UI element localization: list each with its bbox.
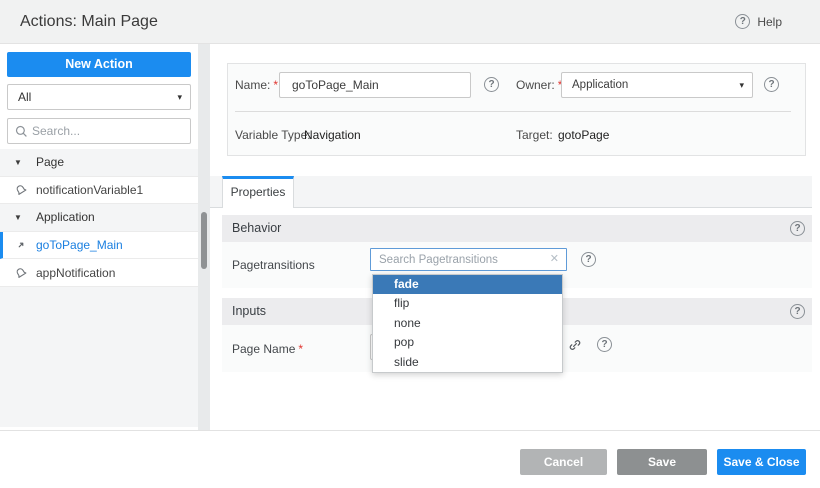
tree-item-label: notificationVariable1: [36, 183, 143, 197]
collapse-arrow-icon: ▼: [14, 158, 24, 167]
tree-group-label: Page: [36, 155, 64, 169]
page-title: Actions: Main Page: [20, 0, 158, 44]
window-header: Actions: Main Page ? Help: [0, 0, 820, 44]
pagetransitions-help-icon[interactable]: ?: [581, 252, 596, 267]
target-value: gotoPage: [558, 126, 609, 144]
notification-variable-icon: [14, 183, 28, 197]
sidebar-empty-area: [0, 287, 198, 427]
actions-editor-window: Actions: Main Page ? Help New Action All…: [0, 0, 820, 488]
tree-group-application[interactable]: ▼ Application: [0, 204, 198, 232]
dropdown-option-fade[interactable]: fade: [373, 275, 562, 294]
owner-select-value: Application: [572, 79, 628, 91]
sidebar-scrollbar-thumb[interactable]: [201, 212, 207, 269]
navigation-action-icon: [14, 238, 28, 252]
behavior-section-header: Behavior ?: [222, 215, 812, 242]
pagetransitions-combobox: ✕: [370, 248, 567, 271]
dropdown-option-flip[interactable]: flip: [373, 294, 562, 313]
filter-dropdown[interactable]: All ▾: [7, 84, 191, 110]
sidebar-search: [7, 118, 191, 144]
search-icon: [15, 125, 28, 138]
link-icon[interactable]: [568, 338, 582, 352]
pagetransitions-dropdown: fade flip none pop slide: [372, 274, 563, 373]
tree-item-label: appNotification: [36, 266, 115, 280]
tree-group-page[interactable]: ▼ Page: [0, 149, 198, 177]
search-input[interactable]: [32, 120, 184, 142]
dropdown-option-none[interactable]: none: [373, 314, 562, 333]
help-circle-icon: ?: [735, 14, 750, 29]
page-name-help-icon[interactable]: ?: [597, 337, 612, 352]
chevron-down-icon: ▾: [739, 73, 744, 97]
page-name-label: Page Name*: [232, 325, 303, 372]
save-button[interactable]: Save: [617, 449, 707, 475]
collapse-arrow-icon: ▼: [14, 213, 24, 222]
tree-group-label: Application: [36, 210, 95, 224]
required-marker: *: [273, 78, 278, 92]
behavior-help-icon[interactable]: ?: [790, 221, 805, 236]
variable-type-label: Variable Type:: [235, 126, 311, 144]
name-help-icon[interactable]: ?: [484, 77, 499, 92]
tree-item-label: goToPage_Main: [36, 238, 123, 252]
footer-bar: Cancel Save Save & Close: [0, 430, 820, 488]
save-and-close-button[interactable]: Save & Close: [717, 449, 806, 475]
owner-help-icon[interactable]: ?: [764, 77, 779, 92]
owner-select[interactable]: Application ▾: [561, 72, 753, 98]
pagetransitions-label: Pagetransitions: [232, 242, 315, 288]
action-summary-box: Name:* ? Owner:* Application ▾ ? Variabl…: [227, 63, 806, 156]
notification-variable-icon: [14, 266, 28, 280]
help-button[interactable]: ? Help: [735, 14, 782, 29]
tree-item-appNotification[interactable]: appNotification: [0, 259, 198, 287]
tab-bar: Properties: [210, 176, 812, 208]
variables-tree: ▼ Page notificationVariable1 ▼ Applicati…: [0, 149, 198, 427]
dropdown-option-slide[interactable]: slide: [373, 353, 562, 372]
actions-sidebar: New Action All ▾ ▼ Page: [0, 44, 198, 430]
tree-item-notificationVariable1[interactable]: notificationVariable1: [0, 177, 198, 205]
target-label: Target:: [516, 126, 553, 144]
clear-icon[interactable]: ✕: [550, 249, 559, 270]
required-marker: *: [298, 342, 303, 356]
owner-label: Owner:*: [516, 72, 562, 98]
new-action-button[interactable]: New Action: [7, 52, 191, 77]
name-label: Name:*: [235, 72, 278, 98]
pagetransitions-search-input[interactable]: [379, 250, 539, 269]
chevron-down-icon: ▾: [177, 85, 182, 109]
sidebar-scrollbar-track: [198, 44, 210, 430]
dropdown-option-pop[interactable]: pop: [373, 333, 562, 352]
tab-properties[interactable]: Properties: [222, 176, 294, 208]
name-field[interactable]: [279, 72, 471, 98]
form-divider: [235, 111, 791, 112]
inputs-help-icon[interactable]: ?: [790, 304, 805, 319]
tree-item-goToPage-Main[interactable]: goToPage_Main: [0, 232, 198, 260]
help-label: Help: [757, 15, 782, 29]
behavior-section-title: Behavior: [222, 215, 812, 242]
cancel-button[interactable]: Cancel: [520, 449, 607, 475]
filter-dropdown-value: All: [18, 90, 31, 104]
variable-type-value: Navigation: [304, 126, 361, 144]
